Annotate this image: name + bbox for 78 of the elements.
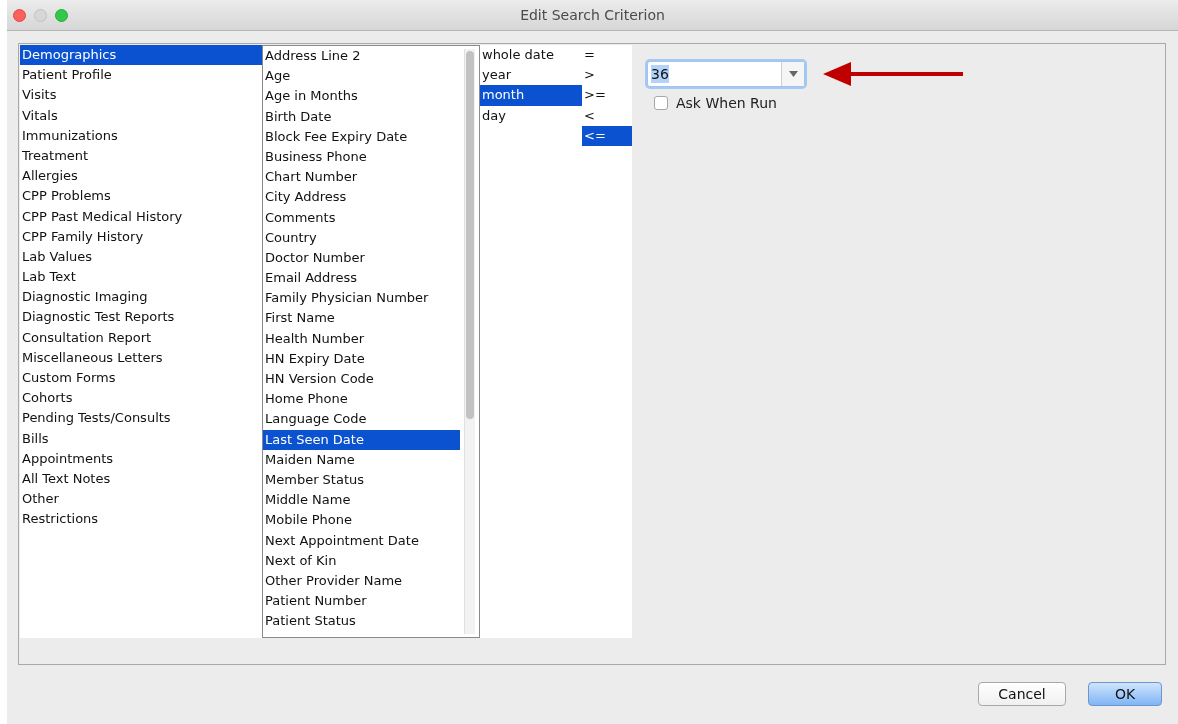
list-item[interactable]: Restrictions bbox=[20, 509, 262, 530]
list-item[interactable]: Last Seen Date bbox=[263, 429, 460, 450]
zoom-icon[interactable] bbox=[55, 8, 68, 22]
cancel-button[interactable]: Cancel bbox=[978, 682, 1066, 706]
list-item[interactable]: Next Appointment Date bbox=[263, 530, 460, 551]
value-combo-box[interactable]: 36 bbox=[647, 61, 805, 87]
list-item[interactable]: Health Number bbox=[263, 328, 460, 349]
list-item[interactable]: CPP Family History bbox=[20, 226, 262, 247]
list-item[interactable]: Lab Text bbox=[20, 267, 262, 288]
ok-button[interactable]: OK bbox=[1088, 682, 1162, 706]
list-item[interactable]: Custom Forms bbox=[20, 368, 262, 389]
list-item[interactable]: CPP Past Medical History bbox=[20, 206, 262, 227]
list-item[interactable]: Next of Kin bbox=[263, 550, 460, 571]
list-item[interactable]: Pending Tests/Consults bbox=[20, 408, 262, 429]
list-item[interactable]: Visits bbox=[20, 85, 262, 106]
minimize-icon[interactable] bbox=[34, 8, 47, 22]
list-item[interactable]: All Text Notes bbox=[20, 468, 262, 490]
list-item[interactable]: Demographics bbox=[20, 45, 262, 66]
list-item[interactable]: HN Expiry Date bbox=[263, 348, 460, 369]
list-item[interactable]: whole date bbox=[480, 45, 582, 66]
list-item[interactable]: Vitals bbox=[20, 105, 262, 126]
list-item[interactable]: = bbox=[582, 45, 632, 66]
list-item[interactable]: Lab Values bbox=[20, 246, 262, 268]
list-item[interactable]: Comments bbox=[263, 207, 460, 228]
list-item[interactable]: Home Phone bbox=[263, 389, 460, 410]
list-item[interactable]: Member Status bbox=[263, 469, 460, 491]
unit-list[interactable]: whole date year month day bbox=[480, 45, 582, 638]
list-item[interactable]: Miscellaneous Letters bbox=[20, 347, 262, 368]
list-item[interactable]: Address Line 2 bbox=[263, 46, 460, 67]
list-item[interactable]: Allergies bbox=[20, 166, 262, 187]
list-item[interactable]: Other Provider Name bbox=[263, 570, 460, 592]
category-list[interactable] bbox=[20, 45, 262, 638]
list-item[interactable]: Diagnostic Imaging bbox=[20, 287, 262, 308]
close-icon[interactable] bbox=[13, 8, 26, 22]
list-item[interactable]: Doctor Number bbox=[263, 247, 460, 269]
list-item[interactable]: First Name bbox=[263, 308, 460, 329]
list-item[interactable]: Business Phone bbox=[263, 146, 460, 168]
list-item[interactable]: year bbox=[480, 65, 582, 86]
list-item[interactable]: HN Version Code bbox=[263, 369, 460, 390]
checkbox[interactable] bbox=[654, 96, 668, 110]
list-item[interactable]: Treatment bbox=[20, 145, 262, 167]
list-item[interactable]: Age bbox=[263, 66, 460, 87]
list-item[interactable]: Immunizations bbox=[20, 125, 262, 146]
caret-icon[interactable] bbox=[788, 71, 798, 77]
operator-list[interactable]: = > >= < <= bbox=[582, 45, 632, 638]
list-item[interactable]: Other bbox=[20, 489, 262, 510]
list-item[interactable]: > bbox=[582, 65, 632, 86]
scrollbar-thumb[interactable] bbox=[466, 51, 474, 419]
scrollbar-track[interactable] bbox=[464, 49, 475, 634]
list-item[interactable]: Family Physician Number bbox=[263, 288, 460, 309]
list-item[interactable]: month bbox=[480, 85, 582, 106]
list-item[interactable]: <= bbox=[582, 125, 632, 146]
list-item[interactable]: Patient Status bbox=[263, 611, 460, 632]
list-item[interactable]: < bbox=[582, 105, 632, 126]
list-item[interactable]: Middle Name bbox=[263, 490, 460, 511]
field-list[interactable] bbox=[262, 45, 480, 638]
list-item[interactable]: day bbox=[480, 105, 582, 126]
list-item[interactable]: Chart Number bbox=[263, 167, 460, 188]
list-item[interactable]: Consultation Report bbox=[20, 327, 262, 348]
list-item[interactable]: Patient Number bbox=[263, 591, 460, 612]
list-item[interactable]: Language Code bbox=[263, 409, 460, 430]
list-item[interactable]: Birth Date bbox=[263, 106, 460, 127]
list-item[interactable]: CPP Problems bbox=[20, 186, 262, 207]
list-item[interactable]: Appointments bbox=[20, 448, 262, 469]
list-item[interactable]: Email Address bbox=[263, 268, 460, 289]
list-item[interactable]: >= bbox=[582, 85, 632, 106]
checkbox-label: Ask When Run bbox=[676, 95, 777, 111]
window-title: Edit Search Criterion bbox=[520, 7, 665, 23]
list-item[interactable]: Mobile Phone bbox=[263, 510, 460, 531]
list-item[interactable]: Diagnostic Test Reports bbox=[20, 307, 262, 328]
list-item[interactable]: Patient Profile bbox=[20, 65, 262, 86]
list-item[interactable]: Age in Months bbox=[263, 86, 460, 107]
list-item[interactable]: Maiden Name bbox=[263, 449, 460, 470]
list-item[interactable]: Block Fee Expiry Date bbox=[263, 126, 460, 147]
list-item[interactable]: Bills bbox=[20, 428, 262, 449]
list-item[interactable]: Cohorts bbox=[20, 388, 262, 409]
list-item[interactable]: City Address bbox=[263, 187, 460, 208]
list-item[interactable]: Country bbox=[263, 227, 460, 248]
